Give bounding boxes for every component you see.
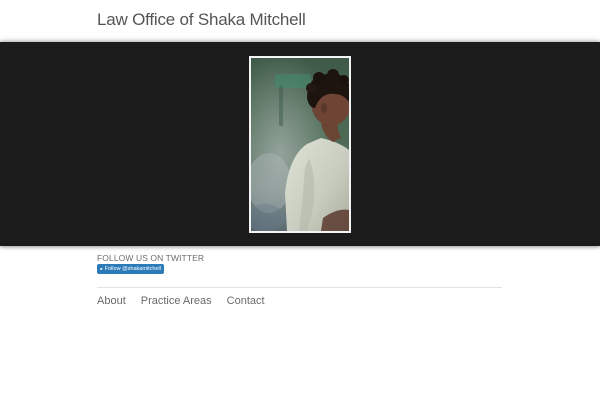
site-title[interactable]: Law Office of Shaka Mitchell (97, 10, 306, 30)
footer-nav: About Practice Areas Contact (97, 295, 265, 307)
nav-item-about[interactable]: About (97, 295, 126, 307)
nav-item-practice-areas[interactable]: Practice Areas (141, 295, 212, 307)
twitter-follow-label: Follow @shakamitchell (104, 266, 161, 272)
twitter-bird-icon (100, 267, 103, 271)
hero-photo (251, 58, 349, 231)
hero-banner (0, 42, 600, 246)
footer-divider (97, 287, 502, 288)
follow-us-label: FOLLOW US ON TWITTER (97, 253, 205, 263)
twitter-follow-button[interactable]: Follow @shakamitchell (97, 264, 164, 274)
nav-item-contact[interactable]: Contact (227, 295, 265, 307)
hero-photo-frame (249, 56, 351, 233)
